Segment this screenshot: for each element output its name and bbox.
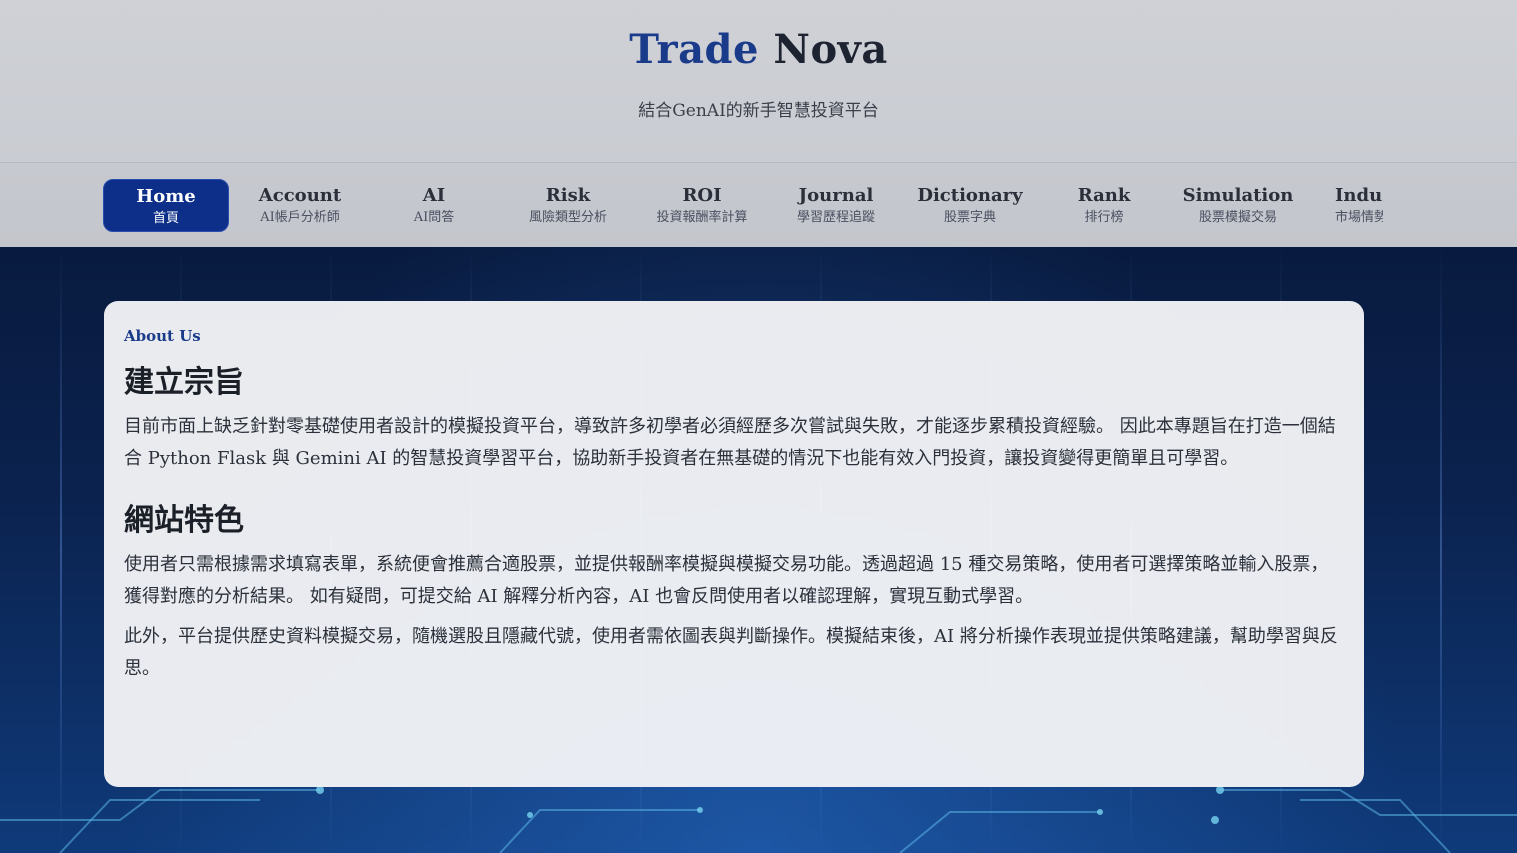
nav-label-zh: AI帳戶分析師 bbox=[260, 210, 340, 225]
nav-label-zh: AI問答 bbox=[413, 210, 455, 225]
nav-label-zh: 學習歷程追蹤 bbox=[796, 210, 875, 225]
section-title-features: 網站特色 bbox=[124, 503, 244, 538]
main-nav: Home 首頁 Account AI帳戶分析師 AI AI問答 Risk 風險類… bbox=[0, 162, 1517, 247]
nav-label-zh: 排行榜 bbox=[1084, 210, 1124, 225]
nav-item-roi[interactable]: ROI 投資報酬率計算 bbox=[639, 179, 765, 232]
nav-item-industry[interactable]: Indus 市場情勢 bbox=[1293, 179, 1383, 232]
nav-label-zh: 投資報酬率計算 bbox=[656, 210, 748, 225]
nav-item-account[interactable]: Account AI帳戶分析師 bbox=[237, 179, 363, 232]
section-title-mission: 建立宗旨 bbox=[124, 365, 244, 400]
nav-item-home[interactable]: Home 首頁 bbox=[103, 179, 229, 232]
nav-label-zh: 股票字典 bbox=[943, 210, 996, 225]
brand-part2: Nova bbox=[773, 26, 888, 73]
nav-list: Home 首頁 Account AI帳戶分析師 AI AI問答 Risk 風險類… bbox=[103, 179, 1383, 232]
features-paragraph-2: 此外，平台提供歷史資料模擬交易，隨機選股且隱藏代號，使用者需依圖表與判斷操作。模… bbox=[124, 626, 1338, 679]
nav-label-zh: 市場情勢 bbox=[1335, 210, 1383, 225]
nav-label-en: Journal bbox=[798, 185, 874, 206]
nav-item-journal[interactable]: Journal 學習歷程追蹤 bbox=[773, 179, 899, 232]
nav-item-ai[interactable]: AI AI問答 bbox=[371, 179, 497, 232]
site-logo[interactable]: Trade Nova bbox=[0, 26, 1517, 73]
mission-paragraph: 目前市面上缺乏針對零基礎使用者設計的模擬投資平台，導致許多初學者必須經歷多次嘗試… bbox=[124, 416, 1336, 469]
brand-part1: Trade bbox=[629, 26, 759, 73]
about-card: About Us 建立宗旨 目前市面上缺乏針對零基礎使用者設計的模擬投資平台，導… bbox=[104, 301, 1364, 787]
site-tagline: 結合GenAI的新手智慧投資平台 bbox=[638, 101, 879, 121]
nav-label-en: AI bbox=[422, 185, 446, 206]
nav-label-en: Account bbox=[258, 185, 342, 206]
features-paragraph-1: 使用者只需根據需求填寫表單，系統便會推薦合適股票，並提供報酬率模擬與模擬交易功能… bbox=[124, 554, 1329, 607]
site-header: Trade Nova 結合GenAI的新手智慧投資平台 bbox=[0, 0, 1517, 162]
about-eyebrow: About Us bbox=[124, 327, 201, 345]
nav-label-en: Dictionary bbox=[917, 185, 1023, 206]
nav-label-zh: 風險類型分析 bbox=[528, 210, 607, 225]
nav-item-risk[interactable]: Risk 風險類型分析 bbox=[505, 179, 631, 232]
nav-label-en: Rank bbox=[1077, 185, 1131, 206]
nav-label-en: Risk bbox=[545, 185, 591, 206]
nav-label-zh: 股票模擬交易 bbox=[1198, 210, 1277, 225]
nav-label-en: Indus bbox=[1335, 185, 1383, 206]
nav-item-simulation[interactable]: Simulation 股票模擬交易 bbox=[1175, 179, 1301, 232]
nav-item-dictionary[interactable]: Dictionary 股票字典 bbox=[907, 179, 1033, 232]
nav-label-en: ROI bbox=[682, 185, 722, 206]
nav-label-en: Simulation bbox=[1182, 185, 1294, 206]
nav-label-en: Home bbox=[136, 186, 196, 207]
nav-item-rank[interactable]: Rank 排行榜 bbox=[1041, 179, 1167, 232]
nav-label-zh: 首頁 bbox=[152, 211, 179, 226]
